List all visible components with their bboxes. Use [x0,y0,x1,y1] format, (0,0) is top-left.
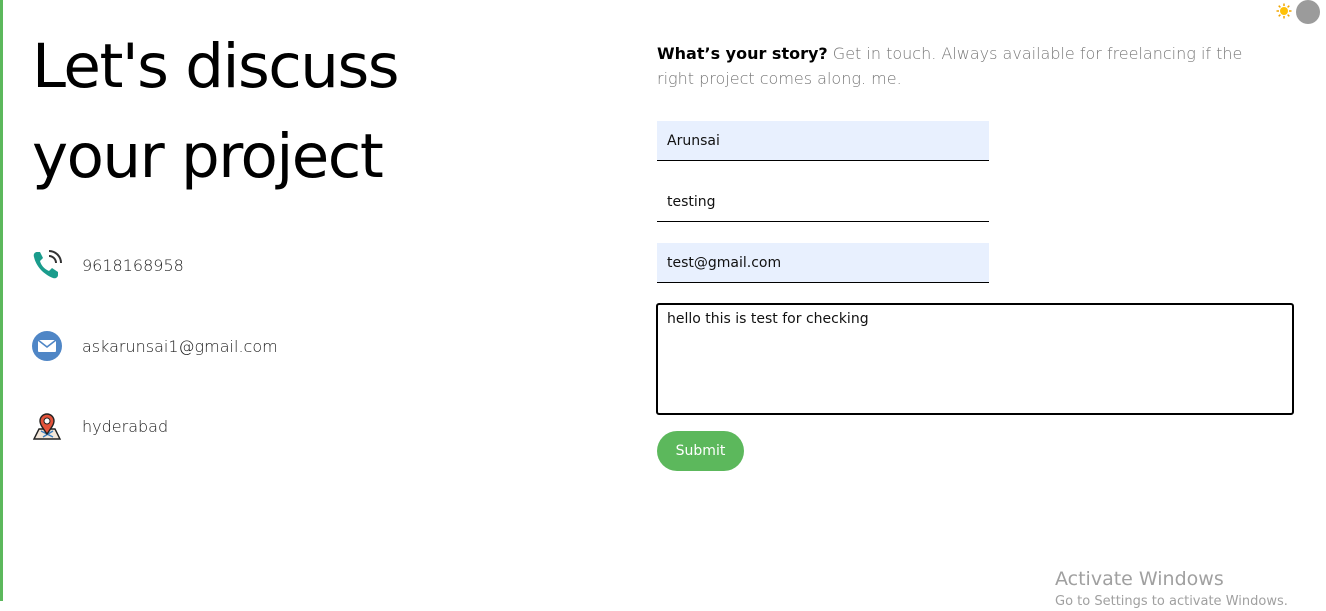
watermark-subtitle: Go to Settings to activate Windows. [1055,594,1288,609]
left-accent-bar [0,0,3,601]
mail-icon [31,330,63,362]
contact-phone: 9618168958 [31,249,184,281]
activate-windows-watermark: Activate Windows Go to Settings to activ… [1055,567,1288,611]
email-input[interactable] [657,243,989,283]
contact-phone-text: 9618168958 [82,255,184,275]
contact-location: hyderabad [31,410,168,442]
theme-toggle-knob[interactable] [1296,0,1320,24]
page-title-line-1: Let's discuss [32,31,400,102]
submit-button[interactable]: Submit [657,431,744,471]
theme-toggle[interactable] [1274,0,1322,24]
intro-bold: What’s your story? [657,44,828,63]
contact-email: askarunsai1@gmail.com [31,330,278,362]
watermark-title: Activate Windows [1055,568,1224,590]
location-pin-icon [31,410,63,442]
contact-email-text: askarunsai1@gmail.com [82,336,278,356]
page-title-line-2: your project [32,121,384,192]
name-input[interactable] [657,121,989,161]
page-title: Let's discuss your project [32,22,400,202]
phone-icon [31,249,63,281]
intro-text: What’s your story? Get in touch. Always … [657,41,1257,91]
contact-location-text: hyderabad [82,416,169,436]
sun-icon [1276,3,1292,19]
message-textarea[interactable]: hello this is test for checking [656,303,1294,415]
subject-input[interactable] [657,182,989,222]
